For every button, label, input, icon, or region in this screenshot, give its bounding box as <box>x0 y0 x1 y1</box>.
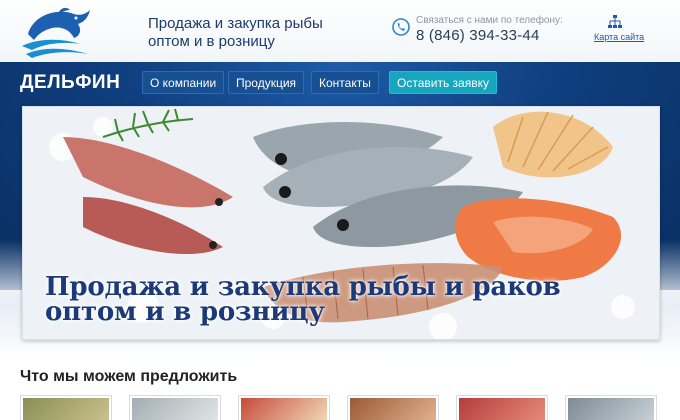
nav-item-contacts[interactable]: Контакты <box>311 71 379 94</box>
hero-banner: Продажа и закупка рыбы и раков оптом и в… <box>22 106 660 340</box>
tagline-line-2: оптом и в розницу <box>148 33 275 50</box>
offer-image <box>350 398 436 420</box>
nav-item-about[interactable]: О компании <box>142 71 225 94</box>
nav-item-products[interactable]: Продукция <box>228 71 305 94</box>
offer-card[interactable] <box>20 395 112 420</box>
offer-card[interactable] <box>565 395 657 420</box>
page: Продажа и закупка рыбы оптом и в розницу… <box>0 0 680 420</box>
offer-image <box>459 398 545 420</box>
site-header: Продажа и закупка рыбы оптом и в розницу… <box>0 0 680 62</box>
offer-card[interactable] <box>347 395 439 420</box>
contact-label: Связаться с нами по телефону: <box>416 15 563 26</box>
sitemap-link[interactable]: Карта сайта <box>594 32 644 42</box>
offer-card[interactable] <box>129 395 221 420</box>
header-tagline: Продажа и закупка рыбы оптом и в розницу <box>148 15 348 51</box>
offer-card[interactable] <box>456 395 548 420</box>
offer-image <box>241 398 327 420</box>
phone-number[interactable]: 8 (846) 394-33-44 <box>416 27 539 44</box>
offer-image <box>568 398 654 420</box>
offer-card[interactable] <box>238 395 330 420</box>
brand-name[interactable]: ДЕЛЬФИН <box>20 72 120 94</box>
hero-headline-line-2: оптом и в розницу <box>45 297 325 327</box>
offer-image <box>23 398 109 420</box>
dolphin-logo-icon[interactable] <box>18 4 100 62</box>
offers-thumbnails <box>20 395 660 420</box>
tagline-line-1: Продажа и закупка рыбы <box>148 15 323 32</box>
offer-image <box>132 398 218 420</box>
sitemap-icon[interactable] <box>607 15 623 29</box>
leave-request-button[interactable]: Оставить заявку <box>389 71 497 94</box>
phone-icon <box>392 18 410 36</box>
hero-headline: Продажа и закупка рыбы и раков оптом и в… <box>45 274 561 327</box>
offers-section-title: Что мы можем предложить <box>20 368 238 385</box>
